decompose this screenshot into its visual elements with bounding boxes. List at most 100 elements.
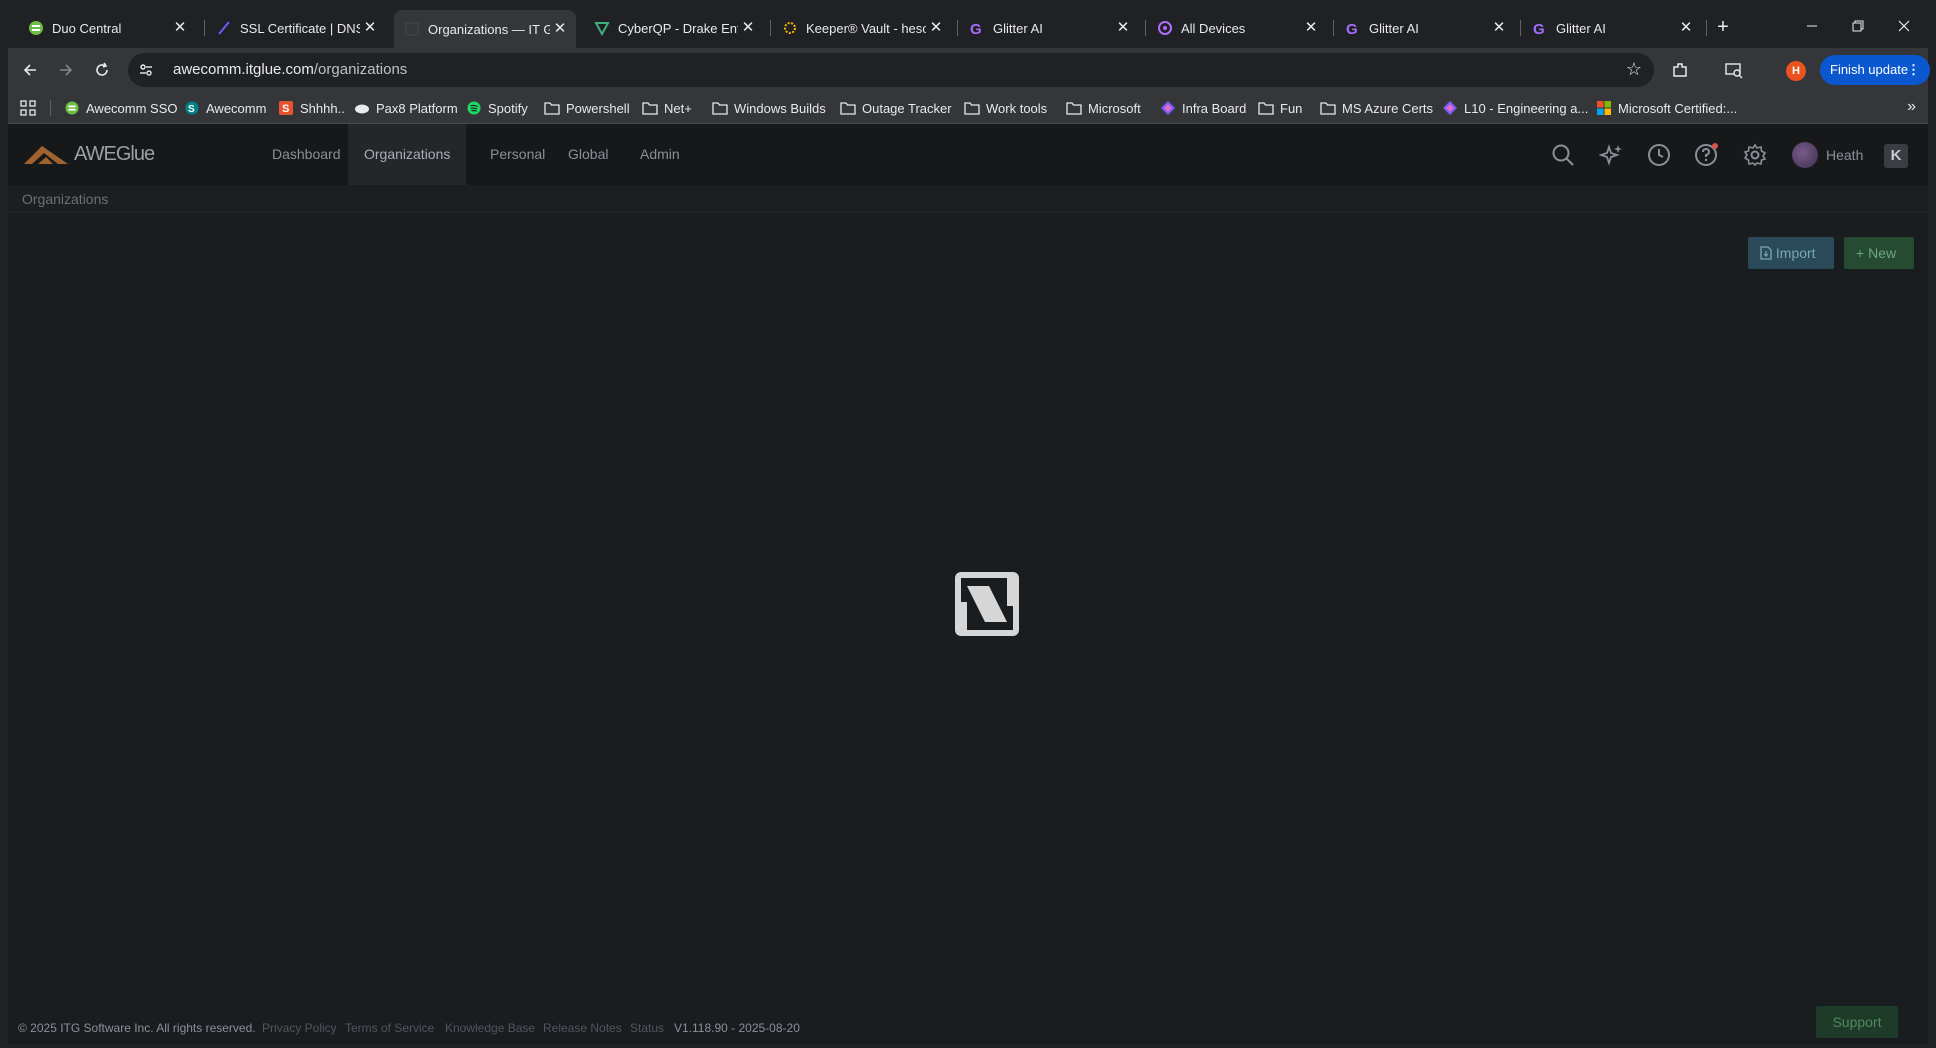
nav-admin[interactable]: Admin (624, 124, 696, 185)
forward-button[interactable] (52, 56, 80, 84)
finish-update-button[interactable]: Finish update ⋮ (1820, 55, 1930, 85)
svg-text:G: G (1346, 21, 1358, 36)
import-label: Import (1775, 245, 1816, 261)
back-button[interactable] (16, 56, 44, 84)
close-icon[interactable]: ✕ (1676, 18, 1696, 38)
bookmark-pax8[interactable]: Pax8 Platform (354, 98, 458, 118)
tab-separator (1706, 20, 1707, 36)
close-icon[interactable]: ✕ (550, 19, 570, 39)
close-icon[interactable]: ✕ (1301, 18, 1321, 38)
tab-all-devices[interactable]: All Devices ✕ (1147, 12, 1327, 44)
bookmark-folder-fun[interactable]: Fun (1258, 98, 1302, 118)
privacy-policy-link[interactable]: Privacy Policy (262, 1021, 337, 1035)
reload-button[interactable] (88, 56, 116, 84)
nav-personal[interactable]: Personal (474, 124, 561, 185)
close-icon[interactable]: ✕ (360, 18, 380, 38)
address-bar[interactable]: awecomm.itglue.com/organizations ☆ (128, 53, 1654, 87)
knowledge-base-link[interactable]: Knowledge Base (445, 1021, 535, 1035)
bookmark-folder-powershell[interactable]: Powershell (544, 98, 630, 118)
close-icon (1898, 20, 1910, 32)
forward-arrow-icon (60, 64, 73, 76)
nav-global[interactable]: Global (552, 124, 624, 185)
minimize-button[interactable] (1792, 12, 1832, 44)
tab-title: SSL Certificate | DNSFilter (240, 20, 360, 36)
close-icon[interactable]: ✕ (738, 18, 758, 38)
kaseya-icon[interactable]: K (1884, 144, 1908, 168)
tab-duo-central[interactable]: Duo Central ✕ (18, 12, 196, 44)
history-clock-icon[interactable] (1646, 142, 1672, 168)
dnsfilter-icon (216, 20, 232, 36)
bookmark-label: Spotify (488, 100, 528, 116)
apps-grid-button[interactable] (20, 98, 36, 118)
svg-text:G: G (970, 21, 982, 36)
bookmark-l10-engineering[interactable]: L10 - Engineering a... (1442, 98, 1588, 118)
bookmark-folder-outage-tracker[interactable]: Outage Tracker (840, 98, 952, 118)
glitter-icon: G (1532, 20, 1548, 36)
breadcrumb-bar: Organizations (8, 185, 1928, 213)
bookmarks-bar: Awecomm SSO S Awecomm S Shhhh.. Pax8 Pla… (8, 92, 1928, 124)
glitter-icon: G (1345, 20, 1361, 36)
close-icon[interactable]: ✕ (1489, 18, 1509, 38)
tab-glitter-ai-3[interactable]: G Glitter AI ✕ (1522, 12, 1702, 44)
bookmark-folder-ms-azure-certs[interactable]: MS Azure Certs (1320, 98, 1433, 118)
bookmark-label: MS Azure Certs (1342, 100, 1434, 116)
help-icon[interactable] (1694, 142, 1720, 168)
more-vertical-icon: ⋮ (1907, 62, 1920, 77)
terms-of-service-link[interactable]: Terms of Service (345, 1021, 434, 1035)
release-notes-link[interactable]: Release Notes (543, 1021, 622, 1035)
status-link[interactable]: Status (630, 1021, 664, 1035)
bookmark-folder-work-tools[interactable]: Work tools (964, 98, 1047, 118)
profile-avatar[interactable]: H (1786, 61, 1806, 81)
tab-ssl-certificate[interactable]: SSL Certificate | DNSFilter ✕ (206, 12, 386, 44)
tab-separator (1520, 20, 1521, 36)
new-button[interactable]: + New (1844, 237, 1914, 269)
url-text[interactable]: awecomm.itglue.com/organizations (173, 61, 407, 78)
bookmark-label: Powershell (566, 100, 630, 116)
bookmark-spotify[interactable]: Spotify (466, 98, 528, 118)
bookmark-folder-microsoft[interactable]: Microsoft (1066, 98, 1141, 118)
tab-keeper-vault[interactable]: Keeper® Vault - heschen ✕ (772, 12, 952, 44)
nav-organizations[interactable]: Organizations (348, 124, 467, 185)
finish-update-label: Finish update (1830, 62, 1909, 77)
bookmark-label: Awecomm (206, 100, 267, 116)
support-button[interactable]: Support (1816, 1006, 1898, 1038)
site-info-icon[interactable] (138, 62, 154, 78)
settings-gear-icon[interactable] (1742, 142, 1768, 168)
nav-dashboard[interactable]: Dashboard (256, 124, 357, 185)
close-icon[interactable]: ✕ (1113, 18, 1133, 38)
bookmark-label: Windows Builds (734, 100, 826, 116)
bookmark-awecomm[interactable]: S Awecomm (184, 98, 266, 118)
keeper-icon (782, 20, 798, 36)
bookmark-label: Work tools (986, 100, 1048, 116)
s-brand-icon: S (278, 100, 294, 116)
close-icon[interactable]: ✕ (926, 18, 946, 38)
search-icon[interactable] (1550, 142, 1576, 168)
import-button[interactable]: Import (1748, 237, 1834, 269)
tab-glitter-ai-2[interactable]: G Glitter AI ✕ (1335, 12, 1515, 44)
tab-cyberqp[interactable]: CyberQP - Drake Enterprises ✕ (584, 12, 764, 44)
bookmark-infra-board[interactable]: Infra Board (1160, 98, 1246, 118)
user-menu[interactable]: Heath (1792, 142, 1863, 168)
window-close-button[interactable] (1884, 12, 1924, 44)
bookmark-folder-netplus[interactable]: Net+ (642, 98, 692, 118)
bookmark-shhhh[interactable]: S Shhhh.. (278, 98, 345, 118)
bookmarks-overflow-icon[interactable]: » (1907, 98, 1916, 116)
close-icon[interactable]: ✕ (170, 18, 190, 38)
ai-sparkle-icon[interactable] (1598, 142, 1624, 168)
bookmark-star-icon[interactable]: ☆ (1626, 59, 1642, 80)
bookmark-folder-windows-builds[interactable]: Windows Builds (712, 98, 826, 118)
extensions-icon[interactable] (1668, 58, 1692, 82)
user-name: Heath (1826, 147, 1864, 163)
tab-glitter-ai-1[interactable]: G Glitter AI ✕ (959, 12, 1139, 44)
tab-organizations-itglue[interactable]: Organizations — IT Glue ✕ (394, 10, 576, 48)
new-tab-button[interactable]: + (1710, 14, 1736, 40)
svg-text:S: S (188, 104, 195, 115)
logo-text: AWEGlue (74, 142, 155, 165)
app-logo[interactable]: AWEGlue (22, 142, 155, 166)
bookmark-awecomm-sso[interactable]: Awecomm SSO (64, 98, 178, 118)
cast-search-icon[interactable] (1722, 58, 1746, 82)
restore-button[interactable] (1838, 12, 1878, 44)
bookmark-microsoft-certified[interactable]: Microsoft Certified:... (1596, 98, 1737, 118)
new-label: New (1868, 245, 1897, 261)
url-path: /organizations (313, 61, 408, 78)
